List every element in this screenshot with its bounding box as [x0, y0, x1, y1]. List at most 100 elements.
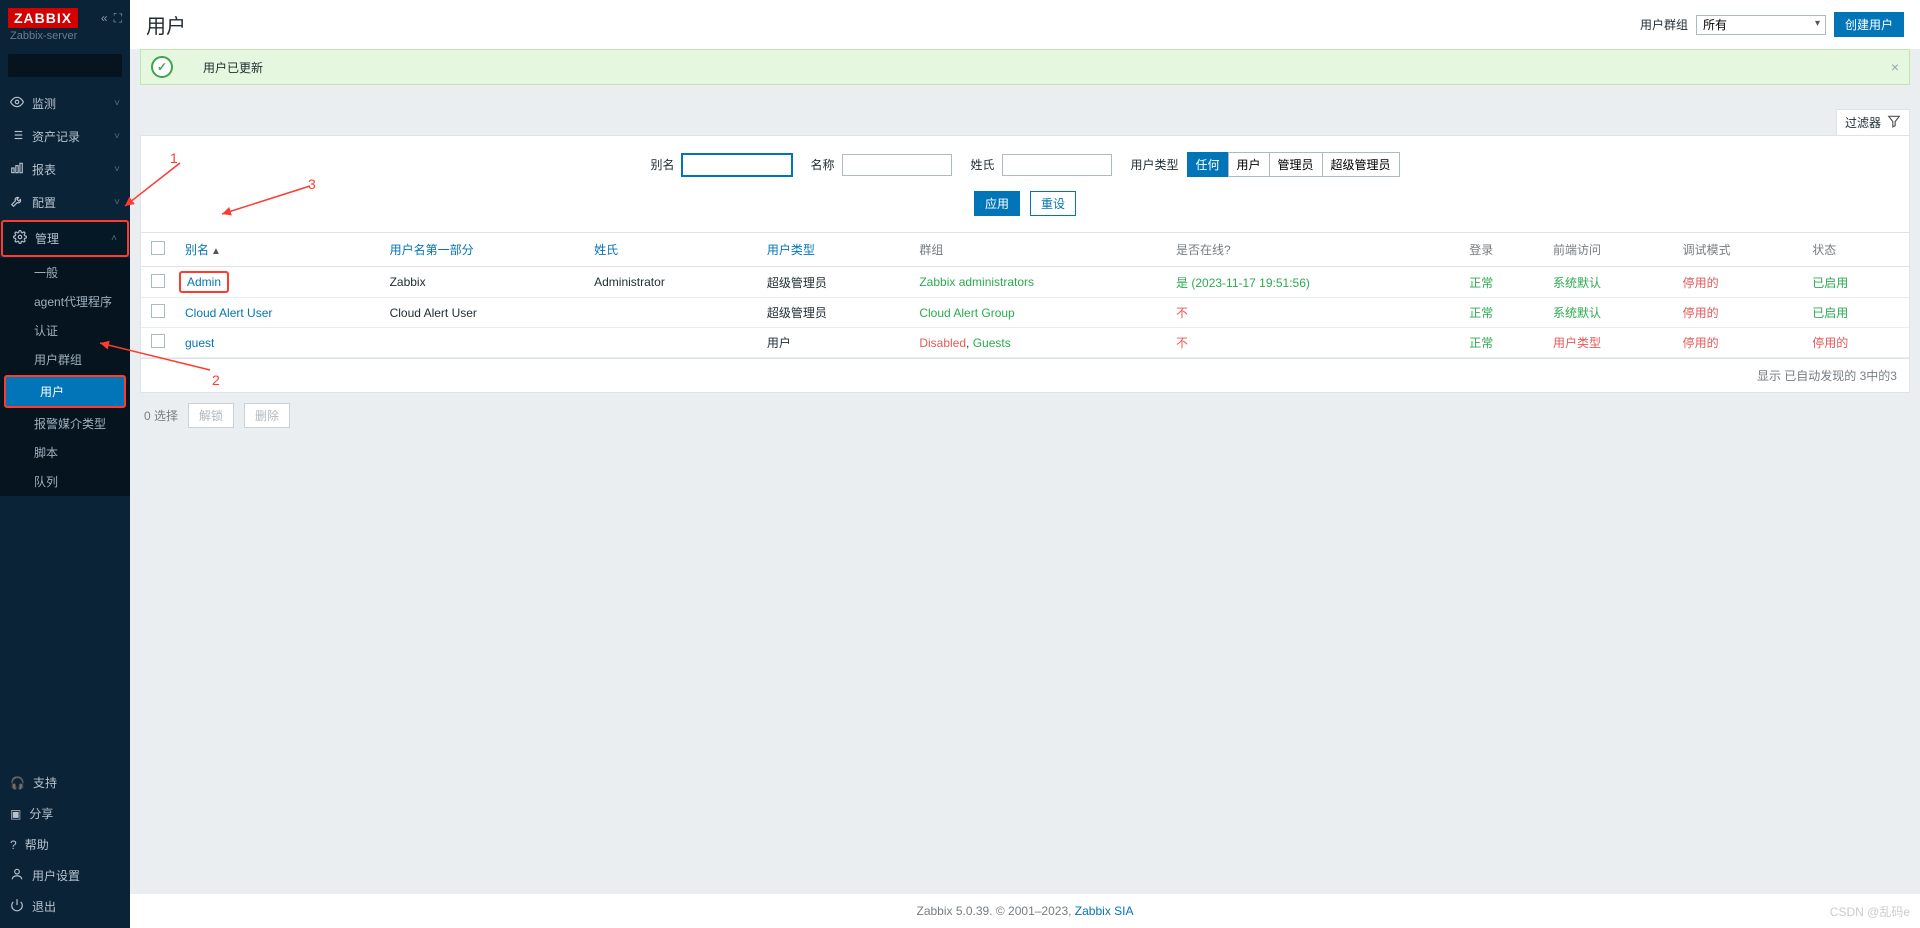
nav-share[interactable]: ▣ 分享: [0, 798, 130, 829]
subnav-general[interactable]: 一般: [0, 258, 130, 287]
apply-button[interactable]: 应用: [974, 191, 1020, 216]
nav-admin[interactable]: 管理 ˄: [1, 220, 129, 257]
table-row: AdminZabbixAdministrator超级管理员Zabbix admi…: [141, 267, 1909, 298]
nav-label: 监测: [32, 95, 56, 112]
nav-support[interactable]: 🎧 支持: [0, 767, 130, 798]
filter-label: 过滤器: [1845, 114, 1881, 131]
cell-debug: 停用的: [1673, 328, 1803, 358]
nav-monitoring[interactable]: 监测 ˅: [0, 87, 130, 120]
usergroup-select[interactable]: 所有: [1696, 15, 1826, 35]
col-status: 状态: [1802, 233, 1909, 267]
logo[interactable]: ZABBIX: [8, 8, 78, 28]
nav-profile[interactable]: 用户设置: [0, 860, 130, 891]
cell-surname: [584, 328, 757, 358]
subnav-scripts[interactable]: 脚本: [0, 438, 130, 467]
nav-label: 管理: [35, 230, 59, 247]
col-usertype[interactable]: 用户类型: [757, 233, 909, 267]
cell-frontend: 系统默认: [1543, 298, 1673, 328]
col-firstname[interactable]: 用户名第一部分: [380, 233, 585, 267]
cell-frontend: 系统默认: [1543, 267, 1673, 298]
usertype-any[interactable]: 任何: [1187, 152, 1228, 177]
col-surname[interactable]: 姓氏: [584, 233, 757, 267]
reset-button[interactable]: 重设: [1030, 191, 1076, 216]
eye-icon: [10, 95, 24, 112]
col-groups: 群组: [909, 233, 1166, 267]
table-row: guest用户Disabled, Guests不正常用户类型停用的停用的: [141, 328, 1909, 358]
filter-surname-input[interactable]: [1002, 154, 1112, 176]
users-table: 别名▲ 用户名第一部分 姓氏 用户类型 群组 是否在线? 登录 前端访问 调试模…: [141, 233, 1909, 358]
usertype-admin[interactable]: 管理员: [1269, 152, 1322, 177]
server-name: Zabbix-server: [0, 30, 130, 50]
nav-help[interactable]: ? 帮助: [0, 829, 130, 860]
group-link[interactable]: Cloud Alert Group: [919, 306, 1014, 320]
cell-status: 已启用: [1802, 267, 1909, 298]
user-alias-link[interactable]: Cloud Alert User: [185, 306, 272, 320]
group-link[interactable]: Guests: [973, 336, 1011, 350]
watermark: CSDN @乱码e: [1830, 903, 1910, 920]
headset-icon: 🎧: [10, 776, 25, 790]
nav-logout[interactable]: 退出: [0, 891, 130, 922]
help-icon: ?: [10, 838, 17, 852]
close-icon[interactable]: ×: [1891, 59, 1899, 75]
cell-debug: 停用的: [1673, 267, 1803, 298]
create-user-button[interactable]: 创建用户: [1834, 12, 1904, 37]
power-icon: [10, 898, 24, 915]
cell-online: 是 (2023-11-17 19:51:56): [1166, 267, 1459, 298]
cell-online: 不: [1166, 328, 1459, 358]
fullscreen-icon[interactable]: ⛶: [114, 11, 122, 26]
subnav-agent[interactable]: agent代理程序: [0, 287, 130, 316]
footer-link[interactable]: Zabbix SIA: [1075, 904, 1134, 918]
chevron-down-icon: ˅: [114, 164, 120, 175]
filter-alias-input[interactable]: [682, 154, 792, 176]
filter-name-label: 名称: [810, 156, 834, 173]
subnav-users[interactable]: 用户: [4, 375, 126, 408]
nav-label: 配置: [32, 194, 56, 211]
user-alias-link[interactable]: guest: [185, 336, 214, 350]
row-checkbox[interactable]: [151, 334, 165, 348]
table-row: Cloud Alert UserCloud Alert User超级管理员Clo…: [141, 298, 1909, 328]
usertype-super[interactable]: 超级管理员: [1322, 152, 1400, 177]
collapse-icon[interactable]: «: [101, 11, 108, 26]
wrench-icon: [10, 194, 24, 211]
col-alias[interactable]: 别名▲: [175, 233, 380, 267]
select-all-checkbox[interactable]: [151, 241, 165, 255]
col-online: 是否在线?: [1166, 233, 1459, 267]
cell-online: 不: [1166, 298, 1459, 328]
usergroup-filter-label: 用户群组: [1640, 16, 1688, 33]
cell-firstname: [380, 328, 585, 358]
subnav-mediatypes[interactable]: 报警媒介类型: [0, 409, 130, 438]
usertype-toggle: 任何 用户 管理员 超级管理员: [1187, 152, 1400, 177]
usertype-user[interactable]: 用户: [1228, 152, 1269, 177]
nav-inventory[interactable]: 资产记录 ˅: [0, 120, 130, 153]
selected-count: 0 选择: [144, 407, 178, 424]
nav-label: 资产记录: [32, 128, 80, 145]
row-checkbox[interactable]: [151, 304, 165, 318]
filter-name-input[interactable]: [842, 154, 952, 176]
cell-login: 正常: [1459, 328, 1543, 358]
nav-config[interactable]: 配置 ˅: [0, 186, 130, 219]
cell-usertype: 超级管理员: [757, 298, 909, 328]
unblock-button[interactable]: 解锁: [188, 403, 234, 428]
cell-status: 已启用: [1802, 298, 1909, 328]
gear-icon: [13, 230, 27, 247]
search-box[interactable]: [8, 54, 122, 77]
nav-reports[interactable]: 报表 ˅: [0, 153, 130, 186]
subnav-queue[interactable]: 队列: [0, 467, 130, 496]
subnav-auth[interactable]: 认证: [0, 316, 130, 345]
row-checkbox[interactable]: [151, 274, 165, 288]
col-frontend: 前端访问: [1543, 233, 1673, 267]
nav-label: 支持: [33, 774, 57, 791]
group-link[interactable]: Zabbix administrators: [919, 275, 1034, 289]
cell-surname: [584, 298, 757, 328]
subnav-usergroups[interactable]: 用户群组: [0, 345, 130, 374]
cell-usertype: 超级管理员: [757, 267, 909, 298]
cell-debug: 停用的: [1673, 298, 1803, 328]
share-icon: ▣: [10, 807, 21, 821]
cell-login: 正常: [1459, 298, 1543, 328]
filter-toggle[interactable]: 过滤器: [1836, 109, 1910, 135]
nav-label: 分享: [29, 805, 53, 822]
nav-label: 报表: [32, 161, 56, 178]
group-disabled[interactable]: Disabled: [919, 336, 966, 350]
user-alias-link[interactable]: Admin: [179, 271, 229, 293]
delete-button[interactable]: 删除: [244, 403, 290, 428]
